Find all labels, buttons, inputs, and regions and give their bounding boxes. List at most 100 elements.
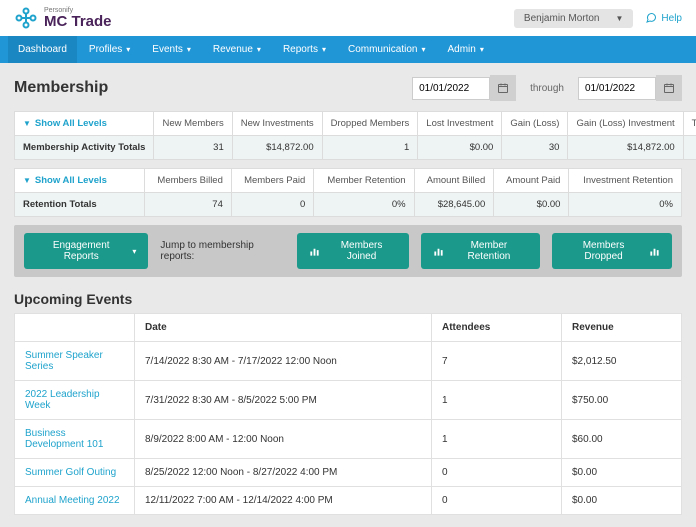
table-row: 2022 Leadership Week 7/31/2022 8:30 AM -… bbox=[15, 381, 682, 420]
cell: $0.00 bbox=[418, 136, 502, 160]
caret-down-icon: ▾ bbox=[132, 247, 136, 256]
member-retention-button[interactable]: Member Retention bbox=[421, 233, 540, 269]
cell: 8/9/2022 8:00 AM - 12:00 Noon bbox=[135, 420, 432, 459]
cell: 0 bbox=[432, 459, 562, 487]
bar-chart-icon bbox=[649, 246, 660, 257]
col-header: Gain (Loss) bbox=[502, 112, 568, 136]
retention-totals-row: Retention Totals 74 0 0% $28,645.00 $0.0… bbox=[15, 193, 682, 217]
cell: 0% bbox=[569, 193, 682, 217]
cell: 1 bbox=[322, 136, 418, 160]
caret-down-icon: ▾ bbox=[322, 45, 326, 54]
date-filter: through bbox=[412, 75, 682, 101]
nav-revenue[interactable]: Revenue▾ bbox=[203, 36, 271, 63]
brand-title: MC Trade bbox=[44, 14, 112, 29]
cell: $0.00 bbox=[562, 459, 682, 487]
caret-down-icon: ▾ bbox=[187, 45, 191, 54]
cell: $2,012.50 bbox=[562, 342, 682, 381]
nav-events[interactable]: Events▾ bbox=[142, 36, 201, 63]
activity-table: ▼ Show All Levels New Members New Invest… bbox=[14, 111, 696, 160]
cell: $0.00 bbox=[494, 193, 569, 217]
event-link[interactable]: 2022 Leadership Week bbox=[25, 389, 100, 411]
col-header: Total Members bbox=[683, 112, 696, 136]
col-header: Date bbox=[135, 314, 432, 342]
retention-table: ▼ Show All Levels Members Billed Members… bbox=[14, 168, 682, 217]
help-label: Help bbox=[661, 13, 682, 24]
engagement-reports-button[interactable]: Engagement Reports ▾ bbox=[24, 233, 148, 269]
col-header: Amount Billed bbox=[414, 169, 494, 193]
brand-logo-icon bbox=[14, 6, 38, 30]
members-joined-button[interactable]: Members Joined bbox=[297, 233, 408, 269]
cell: $60.00 bbox=[562, 420, 682, 459]
table-row: Annual Meeting 2022 12/11/2022 7:00 AM -… bbox=[15, 487, 682, 515]
event-link[interactable]: Business Development 101 bbox=[25, 428, 103, 450]
col-header: Members Paid bbox=[231, 169, 313, 193]
user-dropdown[interactable]: Benjamin Morton ▼ bbox=[514, 9, 634, 28]
col-header: Member Retention bbox=[314, 169, 414, 193]
date-to-picker-button[interactable] bbox=[656, 75, 682, 101]
event-link[interactable]: Annual Meeting 2022 bbox=[25, 495, 120, 506]
col-header: New Members bbox=[154, 112, 232, 136]
user-name: Benjamin Morton bbox=[524, 13, 600, 24]
caret-down-icon: ▾ bbox=[257, 45, 261, 54]
cell: 8/25/2022 12:00 Noon - 8/27/2022 4:00 PM bbox=[135, 459, 432, 487]
cell: 1 bbox=[432, 381, 562, 420]
cell: 0 bbox=[432, 487, 562, 515]
cell: 31 bbox=[154, 136, 232, 160]
table-row: Summer Golf Outing 8/25/2022 12:00 Noon … bbox=[15, 459, 682, 487]
nav-profiles[interactable]: Profiles▾ bbox=[79, 36, 140, 63]
cell: 7/31/2022 8:30 AM - 8/5/2022 5:00 PM bbox=[135, 381, 432, 420]
page-title: Membership bbox=[14, 79, 108, 97]
cell: 7 bbox=[432, 342, 562, 381]
show-all-levels-retention[interactable]: ▼ Show All Levels bbox=[23, 175, 107, 186]
nav-communication[interactable]: Communication▾ bbox=[338, 36, 436, 63]
topbar: Personify MC Trade Benjamin Morton ▼ Hel… bbox=[0, 0, 696, 36]
totals-label: Retention Totals bbox=[15, 193, 145, 217]
cell: 12/11/2022 7:00 AM - 12/14/2022 4:00 PM bbox=[135, 487, 432, 515]
event-link[interactable]: Summer Speaker Series bbox=[25, 350, 103, 372]
nav-reports[interactable]: Reports▾ bbox=[273, 36, 336, 63]
event-link[interactable]: Summer Golf Outing bbox=[25, 467, 116, 478]
nav-admin[interactable]: Admin▾ bbox=[437, 36, 493, 63]
show-all-levels-activity[interactable]: ▼ Show All Levels bbox=[23, 118, 107, 129]
chat-icon bbox=[645, 12, 657, 24]
cell: $14,872.00 bbox=[232, 136, 322, 160]
totals-label: Membership Activity Totals bbox=[15, 136, 154, 160]
navbar: Dashboard Profiles▾ Events▾ Revenue▾ Rep… bbox=[0, 36, 696, 63]
caret-down-icon: ▾ bbox=[126, 45, 130, 54]
jump-label: Jump to membership reports: bbox=[160, 240, 285, 262]
members-dropped-button[interactable]: Members Dropped bbox=[552, 233, 672, 269]
col-header: Attendees bbox=[432, 314, 562, 342]
col-header: Amount Paid bbox=[494, 169, 569, 193]
date-from-picker-button[interactable] bbox=[490, 75, 516, 101]
cell: 74 bbox=[145, 193, 232, 217]
caret-down-icon: ▼ bbox=[616, 14, 624, 23]
activity-totals-row: Membership Activity Totals 31 $14,872.00… bbox=[15, 136, 696, 160]
bar-chart-icon bbox=[309, 246, 320, 257]
date-from-input[interactable] bbox=[412, 77, 490, 100]
cell: 823 bbox=[683, 136, 696, 160]
events-table: Date Attendees Revenue Summer Speaker Se… bbox=[14, 313, 682, 515]
col-header: Members Billed bbox=[145, 169, 232, 193]
reports-bar: Engagement Reports ▾ Jump to membership … bbox=[14, 225, 682, 277]
col-header: Gain (Loss) Investment bbox=[568, 112, 683, 136]
nav-dashboard[interactable]: Dashboard bbox=[8, 36, 77, 63]
calendar-icon bbox=[663, 82, 675, 94]
col-header: Investment Retention bbox=[569, 169, 682, 193]
cell: 30 bbox=[502, 136, 568, 160]
brand: Personify MC Trade bbox=[14, 6, 112, 30]
caret-down-icon: ▼ bbox=[23, 176, 31, 185]
table-row: Business Development 101 8/9/2022 8:00 A… bbox=[15, 420, 682, 459]
col-header: Revenue bbox=[562, 314, 682, 342]
caret-down-icon: ▾ bbox=[421, 45, 425, 54]
events-title: Upcoming Events bbox=[14, 291, 682, 307]
cell: $28,645.00 bbox=[414, 193, 494, 217]
caret-down-icon: ▾ bbox=[480, 45, 484, 54]
col-header: Dropped Members bbox=[322, 112, 418, 136]
cell: 7/14/2022 8:30 AM - 7/17/2022 12:00 Noon bbox=[135, 342, 432, 381]
cell: $14,872.00 bbox=[568, 136, 683, 160]
table-row: Summer Speaker Series 7/14/2022 8:30 AM … bbox=[15, 342, 682, 381]
help-link[interactable]: Help bbox=[645, 12, 682, 24]
col-header bbox=[15, 314, 135, 342]
calendar-icon bbox=[497, 82, 509, 94]
date-to-input[interactable] bbox=[578, 77, 656, 100]
